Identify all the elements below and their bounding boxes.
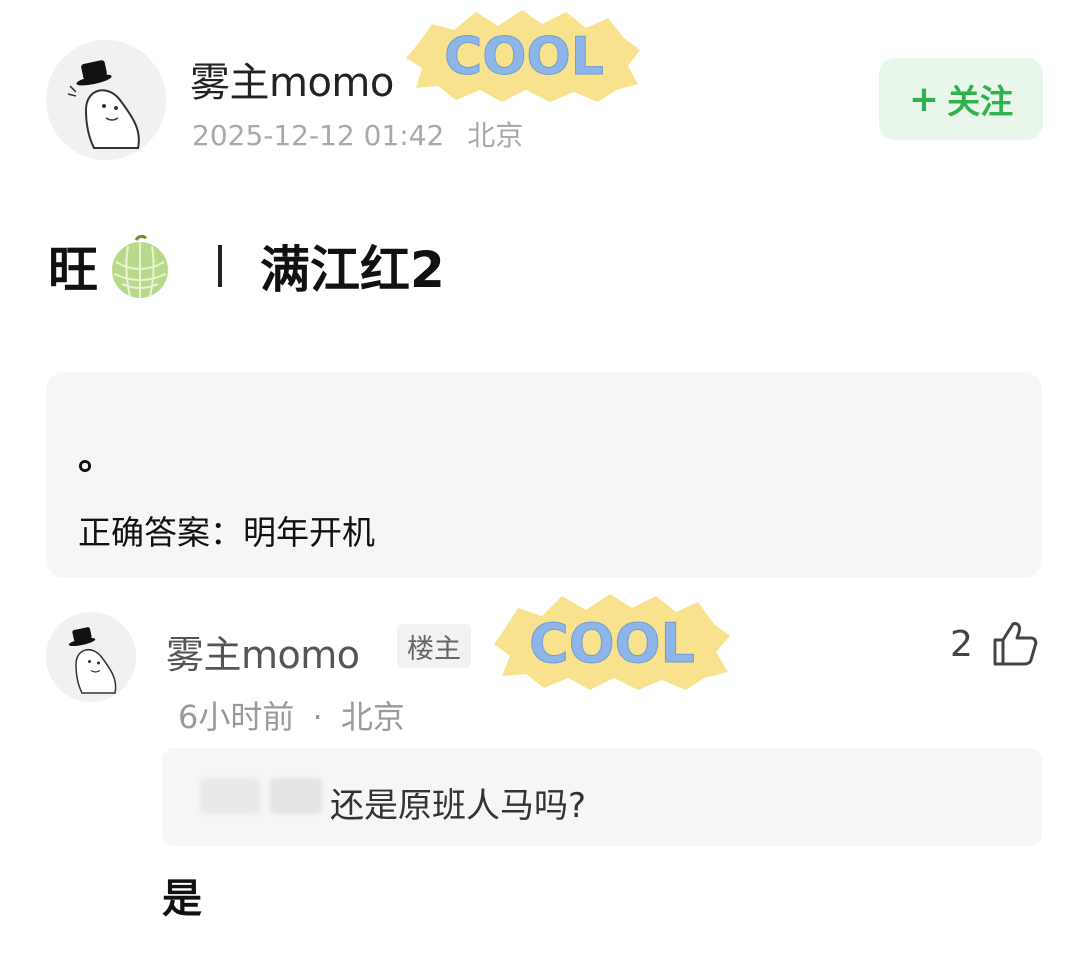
post-content-line2: 正确答案：明年开机 [78,513,375,552]
cool-badge-icon: COOL [494,594,730,690]
cool-badge: COOL [402,4,646,108]
post-title: 旺 满江红2 [48,226,445,306]
quoted-text: 还是原班人马吗? [330,786,587,826]
comment-author-avatar[interactable] [46,612,136,702]
comment-cool-badge-label: COOL [529,612,695,675]
comment-meta: 6小时前 · 北京 [178,692,405,738]
comment-author-name[interactable]: 雾主momo [166,624,360,679]
follow-button[interactable]: + 关注 [879,58,1043,140]
thumbs-up-icon [993,622,1038,666]
title-text: 满江红2 [260,241,445,299]
post-author-avatar[interactable] [46,40,166,160]
comment-location: 北京 [340,698,405,736]
cool-badge-icon: COOL [406,10,640,102]
melon-emoji-icon [112,234,168,298]
comment-meta-separator: · [312,698,323,736]
title-separator [218,245,222,287]
post-timestamp: 2025-12-12 01:42 [192,119,445,152]
redacted-username-2 [270,778,322,814]
post-author-name[interactable]: 雾主momo [190,50,394,108]
op-badge: 楼主 [397,624,471,668]
post-meta: 2025-12-12 01:42 北京 [192,114,523,154]
follow-label: 关注 [947,82,1014,121]
hat-ghost-avatar-icon [46,612,136,702]
plus-icon: + [908,78,940,120]
hat-ghost-avatar-icon [46,40,166,160]
comment-cool-badge: COOL [490,586,734,700]
comment-time: 6小时前 [178,698,295,736]
like-count: 2 [950,624,973,665]
cool-badge-label: COOL [444,27,604,87]
title-prefix: 旺 [48,241,98,299]
redacted-username [200,778,260,814]
post-location: 北京 [467,119,524,152]
post-content-line1: 。 [78,437,115,478]
like-button[interactable] [989,618,1039,672]
comment-reply-text: 是 [162,876,202,922]
